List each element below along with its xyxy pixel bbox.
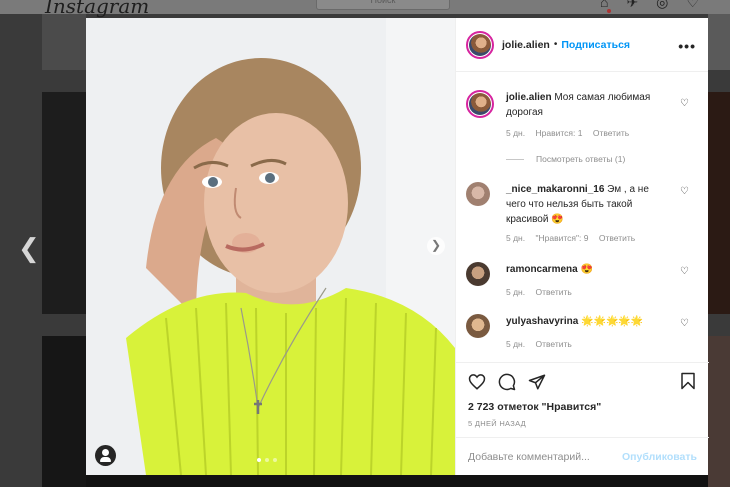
- comment-text: yulyashavyrina 🌟🌟🌟🌟🌟: [506, 314, 671, 329]
- post-photo[interactable]: ❯: [86, 18, 455, 475]
- comment-input[interactable]: Добавьте комментарий...: [468, 451, 590, 463]
- comment-reply-button[interactable]: Ответить: [599, 233, 635, 243]
- commenter-avatar[interactable]: [466, 182, 490, 206]
- comment-reply-button[interactable]: Ответить: [535, 287, 571, 297]
- tagged-user-icon[interactable]: [95, 445, 116, 466]
- comment-bubble-icon[interactable]: [498, 373, 516, 391]
- comment-likes[interactable]: "Нравится": 9: [535, 233, 588, 243]
- follow-button[interactable]: Подписаться: [561, 39, 630, 51]
- comment-reply-button[interactable]: Ответить: [535, 339, 571, 349]
- caption-avatar[interactable]: [466, 90, 494, 118]
- next-photo-chevron-icon[interactable]: ❯: [427, 237, 445, 255]
- share-paper-plane-icon[interactable]: [528, 373, 546, 391]
- like-comment-heart-icon[interactable]: ♡: [680, 98, 689, 109]
- add-comment-bar: Добавьте комментарий... Опубликовать: [456, 437, 709, 475]
- comment-item: ramoncarmena 😍 5 дн. Ответить ♡: [466, 262, 701, 297]
- comment-item: _nice_makaronni_16 Эм , а не чего что не…: [466, 182, 701, 243]
- comment-text: ramoncarmena 😍: [506, 262, 671, 277]
- feed-bottom: [86, 475, 708, 487]
- feed-tile: [42, 14, 86, 70]
- previous-post-arrow-icon[interactable]: ❮: [18, 234, 40, 264]
- feed-tile: [708, 92, 730, 314]
- like-comment-heart-icon[interactable]: ♡: [680, 318, 689, 329]
- separator-dot: •: [553, 39, 558, 50]
- feed-tile: [708, 336, 730, 487]
- caption-likes[interactable]: Нравится: 1: [535, 128, 582, 138]
- comment-username[interactable]: _nice_makaronni_16: [506, 184, 604, 195]
- search-input[interactable]: Поиск: [316, 0, 450, 10]
- feed-tile: [42, 336, 86, 487]
- nav-icons: ⌂✈◎♡: [600, 0, 717, 10]
- author-username[interactable]: jolie.alien: [502, 39, 550, 51]
- like-heart-icon[interactable]: [468, 373, 486, 391]
- comment-body: 😍: [580, 264, 593, 275]
- comment-age: 5 дн.: [506, 287, 526, 297]
- feed-tile: [42, 92, 86, 314]
- comment-text: _nice_makaronni_16 Эм , а не чего что не…: [506, 182, 671, 227]
- post-modal: ❯ jolie.alien • Подписаться ••• jolie.al…: [86, 18, 709, 475]
- more-options-icon[interactable]: •••: [678, 38, 696, 54]
- background-header: Instagram Поиск ⌂✈◎♡: [0, 0, 730, 18]
- comment-body: 🌟🌟🌟🌟🌟: [581, 316, 644, 327]
- save-bookmark-icon[interactable]: [679, 372, 697, 390]
- post-actions: 2 723 отметок "Нравится" 5 ДНЕЙ НАЗАД: [456, 362, 709, 434]
- post-timestamp[interactable]: 5 ДНЕЙ НАЗАД: [468, 419, 697, 428]
- like-comment-heart-icon[interactable]: ♡: [680, 186, 689, 197]
- comment-age: 5 дн.: [506, 339, 526, 349]
- notification-dot: [607, 9, 611, 13]
- portrait-image: [86, 18, 455, 475]
- comment-meta: 5 дн. "Нравится": 9 Ответить: [506, 233, 701, 243]
- feed-tile: [708, 14, 730, 70]
- caption-username[interactable]: jolie.alien: [506, 92, 552, 103]
- comment-meta: 5 дн. Ответить: [506, 287, 701, 297]
- carousel-dots: [257, 458, 277, 462]
- author-avatar[interactable]: [466, 30, 494, 59]
- like-comment-heart-icon[interactable]: ♡: [680, 266, 689, 277]
- caption-comment: jolie.alien Моя самая любимая дорогая 5 …: [466, 90, 701, 138]
- comment-username[interactable]: yulyashavyrina: [506, 316, 578, 327]
- publish-button[interactable]: Опубликовать: [622, 451, 697, 463]
- replies-line: [506, 158, 524, 160]
- post-sidebar: jolie.alien • Подписаться ••• jolie.alie…: [455, 18, 709, 475]
- commenter-avatar[interactable]: [466, 314, 490, 338]
- likes-count[interactable]: 2 723 отметок "Нравится": [468, 401, 697, 413]
- comment-username[interactable]: ramoncarmena: [506, 264, 578, 275]
- comment-item: yulyashavyrina 🌟🌟🌟🌟🌟 5 дн. Ответить ♡: [466, 314, 701, 349]
- commenter-avatar[interactable]: [466, 262, 490, 286]
- comment-age: 5 дн.: [506, 233, 526, 243]
- comment-meta: 5 дн. Ответить: [506, 339, 701, 349]
- view-replies-label: Посмотреть ответы (1): [536, 154, 626, 164]
- view-replies-button[interactable]: Посмотреть ответы (1): [506, 154, 625, 164]
- caption-text: jolie.alien Моя самая любимая дорогая: [506, 90, 671, 120]
- caption-reply-button[interactable]: Ответить: [593, 128, 629, 138]
- caption-age: 5 дн.: [506, 128, 526, 138]
- post-header: jolie.alien • Подписаться •••: [456, 18, 708, 72]
- caption-meta: 5 дн. Нравится: 1 Ответить: [506, 128, 701, 138]
